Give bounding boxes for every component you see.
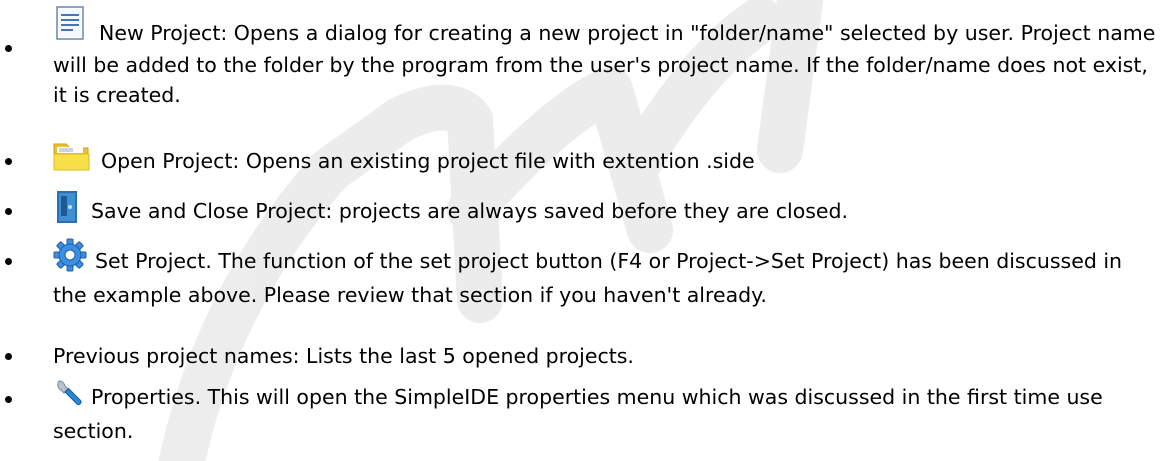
properties-wrench-icon[interactable]	[53, 378, 83, 416]
list-item-previous-projects: Previous project names: Lists the last 5…	[5, 341, 1158, 371]
bullet	[5, 208, 15, 218]
new-project-icon[interactable]	[53, 6, 91, 50]
item-text: Set Project. The function of the set pro…	[53, 249, 1123, 307]
set-project-gear-icon[interactable]	[53, 238, 87, 280]
list-item-save-close: Save and Close Project: projects are alw…	[5, 190, 1158, 232]
list-item-set-project: Set Project. The function of the set pro…	[5, 238, 1158, 310]
bullet	[5, 45, 15, 55]
list-item-properties: Properties. This will open the SimpleIDE…	[5, 378, 1158, 446]
item-text: Open Project: Opens an existing project …	[101, 149, 755, 173]
open-project-icon[interactable]	[53, 140, 93, 180]
item-text: Save and Close Project: projects are alw…	[91, 199, 849, 223]
list-item-new-project: New Project: Opens a dialog for creating…	[5, 6, 1158, 110]
bullet	[5, 353, 15, 363]
bullet	[5, 258, 15, 268]
item-text: Previous project names: Lists the last 5…	[53, 344, 634, 368]
item-text: Properties. This will open the SimpleIDE…	[53, 385, 1103, 443]
list-item-open-project: Open Project: Opens an existing project …	[5, 140, 1158, 180]
save-close-project-icon[interactable]	[53, 190, 83, 232]
item-text: New Project: Opens a dialog for creating…	[53, 21, 1156, 107]
bullet	[5, 158, 15, 168]
bullet	[5, 396, 15, 406]
